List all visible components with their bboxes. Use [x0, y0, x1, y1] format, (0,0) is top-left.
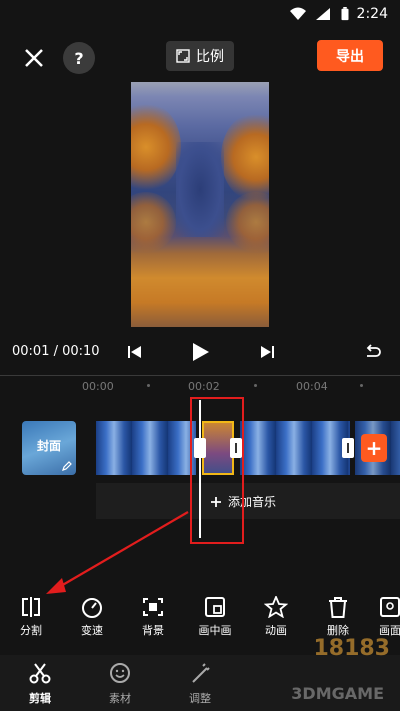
- delete-icon: [329, 597, 347, 618]
- timecode: 00:01 / 00:10: [12, 344, 100, 359]
- timeline-divider: [0, 375, 400, 376]
- cover-thumbnail[interactable]: 封面: [22, 421, 76, 475]
- tool-pip[interactable]: 画中画: [189, 596, 241, 638]
- tick-dot: [254, 384, 257, 387]
- video-preview[interactable]: [131, 82, 269, 327]
- ratio-button[interactable]: 比例: [166, 41, 234, 71]
- adjust-icon: [192, 663, 210, 683]
- battery-icon: [341, 7, 349, 21]
- clip-handle[interactable]: [342, 438, 354, 458]
- video-clip[interactable]: [240, 421, 350, 475]
- tool-speed[interactable]: 变速: [66, 596, 118, 638]
- export-button[interactable]: 导出: [317, 40, 383, 71]
- nav-label: 素材: [109, 692, 131, 705]
- play-icon[interactable]: [188, 340, 212, 364]
- wifi-icon: [290, 7, 306, 20]
- highlight-box: [190, 397, 244, 544]
- background-icon: [143, 598, 163, 616]
- add-clip-button[interactable]: +: [361, 434, 387, 462]
- video-clip[interactable]: [96, 421, 196, 475]
- ratio-label: 比例: [196, 49, 224, 65]
- animation-icon: [264, 596, 288, 618]
- nav-label: 调整: [189, 692, 211, 705]
- help-label: ?: [74, 48, 84, 68]
- skip-end-icon[interactable]: [257, 342, 277, 362]
- nav-label: 剪辑: [29, 692, 51, 705]
- tick-dot: [360, 384, 363, 387]
- nav-material[interactable]: 素材: [90, 662, 150, 706]
- tool-label: 背景: [142, 624, 164, 637]
- status-time: 2:24: [356, 6, 388, 22]
- nav-adjust[interactable]: 调整: [170, 662, 230, 706]
- tick-dot: [147, 384, 150, 387]
- tick-label: 00:04: [296, 380, 328, 393]
- tool-frame[interactable]: 画面: [364, 596, 400, 638]
- tick-label: 00:02: [188, 380, 220, 393]
- split-icon: [22, 597, 40, 617]
- cover-label: 封面: [36, 439, 61, 453]
- watermark-sub: 3DMGAME: [291, 684, 384, 703]
- tool-animation[interactable]: 动画: [250, 596, 302, 638]
- ratio-icon: [176, 49, 190, 63]
- signal-icon: [316, 8, 330, 20]
- annotation-arrow: [46, 511, 189, 594]
- scissors-icon: [29, 663, 51, 684]
- tool-label: 变速: [81, 624, 103, 637]
- export-label: 导出: [336, 48, 364, 65]
- tool-background[interactable]: 背景: [127, 596, 179, 638]
- sticker-icon: [110, 663, 130, 683]
- pip-icon: [205, 597, 225, 617]
- tick-label: 00:00: [82, 380, 114, 393]
- speed-icon: [82, 598, 102, 618]
- tool-label: 画中画: [198, 624, 232, 637]
- edit-pencil-icon: [62, 461, 72, 471]
- tool-delete[interactable]: 删除: [312, 596, 364, 638]
- skip-start-icon[interactable]: [125, 342, 145, 362]
- watermark: 18183: [313, 636, 390, 661]
- tool-label: 分割: [20, 624, 42, 637]
- status-bar: 2:24: [0, 0, 400, 30]
- tool-split[interactable]: 分割: [5, 596, 57, 638]
- tool-label: 动画: [265, 624, 287, 637]
- close-icon[interactable]: [22, 46, 46, 70]
- help-button[interactable]: ?: [63, 42, 95, 74]
- undo-icon[interactable]: [363, 342, 383, 362]
- frame-icon: [380, 597, 400, 617]
- nav-edit[interactable]: 剪辑: [10, 662, 70, 706]
